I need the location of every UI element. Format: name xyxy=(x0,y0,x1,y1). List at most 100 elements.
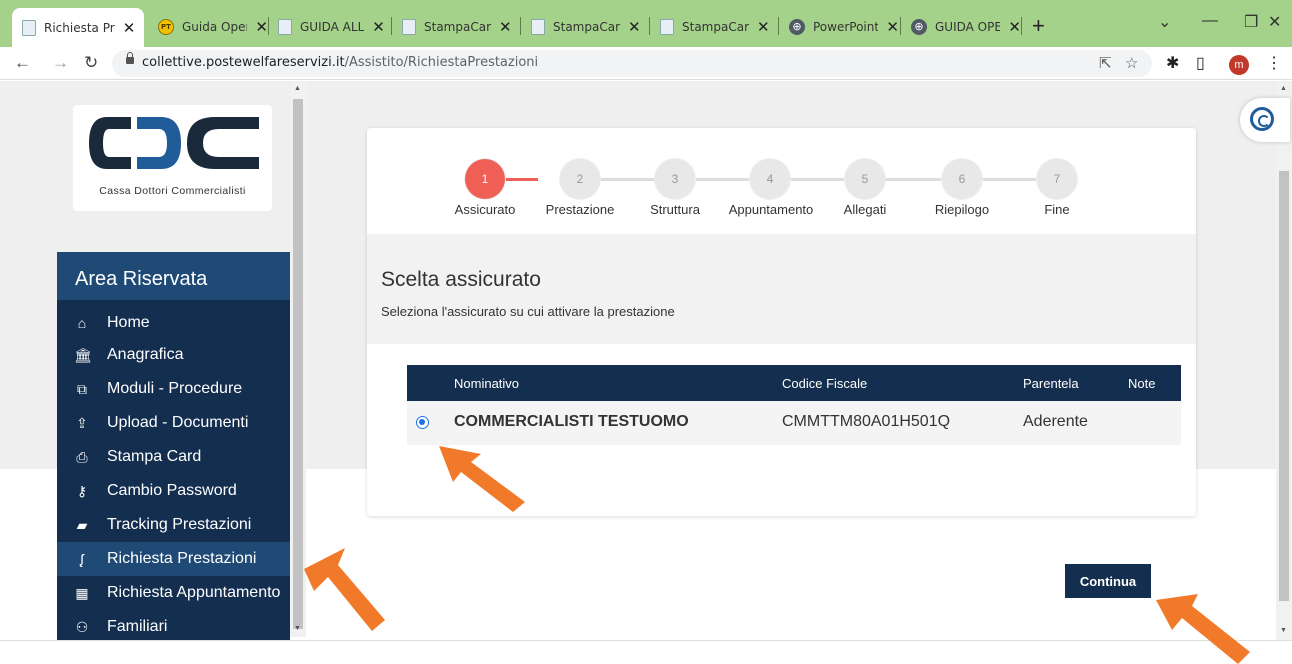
tab-stampacard-3[interactable]: StampaCar ✕ xyxy=(650,9,776,44)
stethoscope-icon: ᶘ xyxy=(80,551,84,567)
wizard-step-label: Riepilogo xyxy=(934,202,990,217)
column-header: Codice Fiscale xyxy=(782,376,868,391)
wizard-step-2: 2 xyxy=(560,159,600,199)
sidebar-item-label: Home xyxy=(107,314,150,331)
users-icon: ⚇ xyxy=(75,618,89,635)
bank-icon: 🏛 xyxy=(74,346,92,363)
url-host: collettive.postewelfareservizi.it xyxy=(142,55,345,70)
column-header: Parentela xyxy=(1023,376,1079,391)
url-text: collettive.postewelfareservizi.it/Assist… xyxy=(142,55,538,70)
restore-button[interactable]: ❐ xyxy=(1244,12,1258,32)
sidebar-item-tracking[interactable]: ▰ Tracking Prestazioni xyxy=(57,508,290,542)
sidebar: Area Riservata ⌂ Home 🏛 Anagrafica ⧉ Mod… xyxy=(57,252,290,640)
wizard-step-3: 3 xyxy=(655,159,695,199)
tab-title: Guida Oper xyxy=(182,19,248,34)
address-bar[interactable]: collettive.postewelfareservizi.it/Assist… xyxy=(112,50,1152,77)
wizard-step-5: 5 xyxy=(845,159,885,199)
wizard-step-4: 4 xyxy=(750,159,790,199)
print-icon: ⎙ xyxy=(76,448,88,465)
wizard-step-label: Struttura xyxy=(650,202,700,217)
scroll-down-icon[interactable]: ▼ xyxy=(1280,627,1287,634)
upload-icon: ⇪ xyxy=(76,414,88,431)
sidebar-item-anagrafica[interactable]: 🏛 Anagrafica xyxy=(57,338,290,372)
tab-powerpoint[interactable]: ⊕ PowerPoint ✕ xyxy=(779,9,899,44)
wizard-step-label: Fine xyxy=(1044,202,1070,217)
globe-icon: ⊕ xyxy=(789,18,805,35)
column-header: Note xyxy=(1128,376,1156,391)
doc-icon xyxy=(660,18,674,35)
key-icon: ⚷ xyxy=(76,482,88,499)
tab-search-icon[interactable]: ⌄ xyxy=(1158,12,1171,32)
cdc-logo: Cassa Dottori Commercialisti xyxy=(73,105,272,211)
sidebar-item-familiari[interactable]: ⚇ Familiari xyxy=(57,610,290,644)
extensions-icon[interactable]: ✱ xyxy=(1166,53,1179,73)
close-icon[interactable]: ✕ xyxy=(1008,18,1021,36)
side-panel-icon[interactable]: ▯ xyxy=(1196,53,1205,73)
forward-icon[interactable]: → xyxy=(52,53,69,73)
close-icon[interactable]: ✕ xyxy=(255,18,268,36)
menu-icon[interactable]: ⋮ xyxy=(1266,53,1282,73)
annotation-arrow-sidebar xyxy=(304,548,385,631)
scroll-up-icon[interactable]: ▲ xyxy=(294,85,301,92)
sidebar-item-stampa-card[interactable]: ⎙ Stampa Card xyxy=(57,440,290,474)
close-icon[interactable]: ✕ xyxy=(628,18,641,36)
tab-guida-all[interactable]: GUIDA ALL ✕ xyxy=(268,9,388,44)
annotation-arrow-continue xyxy=(1156,594,1250,664)
annotation-arrow-radio xyxy=(439,446,525,512)
scroll-up-icon[interactable]: ▲ xyxy=(1280,85,1287,92)
tab-title: PowerPoint xyxy=(813,19,879,34)
continue-button[interactable]: Continua xyxy=(1065,564,1151,598)
url-path: /Assistito/RichiestaPrestazioni xyxy=(344,55,539,70)
parentela-cell: Aderente xyxy=(1023,413,1088,430)
tab-title: StampaCar xyxy=(424,19,492,34)
sidebar-item-richiesta-appuntamento[interactable]: ▦ Richiesta Appuntamento xyxy=(57,576,290,610)
book-icon: ▰ xyxy=(76,516,88,533)
close-icon[interactable]: ✕ xyxy=(372,18,385,36)
select-radio[interactable] xyxy=(416,416,429,429)
sidebar-item-upload[interactable]: ⇪ Upload - Documenti xyxy=(57,406,290,440)
close-icon[interactable]: ✕ xyxy=(123,19,136,37)
close-icon[interactable]: ✕ xyxy=(886,18,899,36)
section-title: Scelta assicurato xyxy=(381,268,541,291)
chat-assistant-button[interactable] xyxy=(1240,98,1290,142)
sidebar-item-home[interactable]: ⌂ Home xyxy=(57,306,290,340)
sidebar-item-moduli[interactable]: ⧉ Moduli - Procedure xyxy=(57,372,290,406)
logo-caption: Cassa Dottori Commercialisti xyxy=(99,185,246,197)
doc-icon xyxy=(22,20,36,36)
new-tab-button[interactable]: + xyxy=(1032,13,1045,39)
divider xyxy=(0,640,1292,641)
sidebar-item-label: Cambio Password xyxy=(107,482,237,499)
address-toolbar: ← → ↻ collettive.postewelfareservizi.it/… xyxy=(0,47,1292,80)
close-window-button[interactable]: ✕ xyxy=(1268,12,1281,32)
chat-icon xyxy=(1250,107,1274,131)
wizard-step-label: Allegati xyxy=(843,202,887,217)
tab-stampacard-2[interactable]: StampaCar ✕ xyxy=(521,9,647,44)
avatar[interactable]: m xyxy=(1229,55,1249,75)
page-scrollbar[interactable]: ▲ ▼ xyxy=(1276,81,1292,641)
home-icon: ⌂ xyxy=(77,315,87,331)
tab-richiesta-prestazioni[interactable]: Richiesta Pr ✕ xyxy=(12,8,144,48)
minimize-button[interactable]: — xyxy=(1202,12,1218,30)
reload-icon[interactable]: ↻ xyxy=(84,53,98,73)
sidebar-item-cambio-password[interactable]: ⚷ Cambio Password xyxy=(57,474,290,508)
calendar-icon: ▦ xyxy=(75,584,89,601)
back-icon[interactable]: ← xyxy=(14,53,31,73)
scrollbar-thumb[interactable] xyxy=(1279,171,1289,601)
wizard-step-label: Assicurato xyxy=(454,202,516,217)
globe-icon: ⊕ xyxy=(911,18,927,35)
sidebar-item-label: Upload - Documenti xyxy=(107,414,249,431)
wizard-step-1: 1 xyxy=(465,159,505,199)
tab-guida-oper[interactable]: PT Guida Oper ✕ xyxy=(148,9,268,44)
nominativo-cell: COMMERCIALISTI TESTUOMO xyxy=(454,413,689,430)
close-icon[interactable]: ✕ xyxy=(499,18,512,36)
tab-stampacard-1[interactable]: StampaCar ✕ xyxy=(392,9,518,44)
sidebar-item-label: Anagrafica xyxy=(107,346,184,363)
sidebar-item-richiesta-prestazioni[interactable]: ᶘ Richiesta Prestazioni xyxy=(57,542,290,576)
sidebar-item-label: Familiari xyxy=(107,618,168,635)
lock-icon xyxy=(126,52,134,64)
sidebar-item-label: Stampa Card xyxy=(107,448,202,465)
tab-guida-ope[interactable]: ⊕ GUIDA OPE ✕ xyxy=(901,9,1021,44)
star-icon[interactable]: ☆ xyxy=(1125,54,1138,72)
share-icon[interactable]: ⇱ xyxy=(1099,54,1112,72)
close-icon[interactable]: ✕ xyxy=(757,18,770,36)
